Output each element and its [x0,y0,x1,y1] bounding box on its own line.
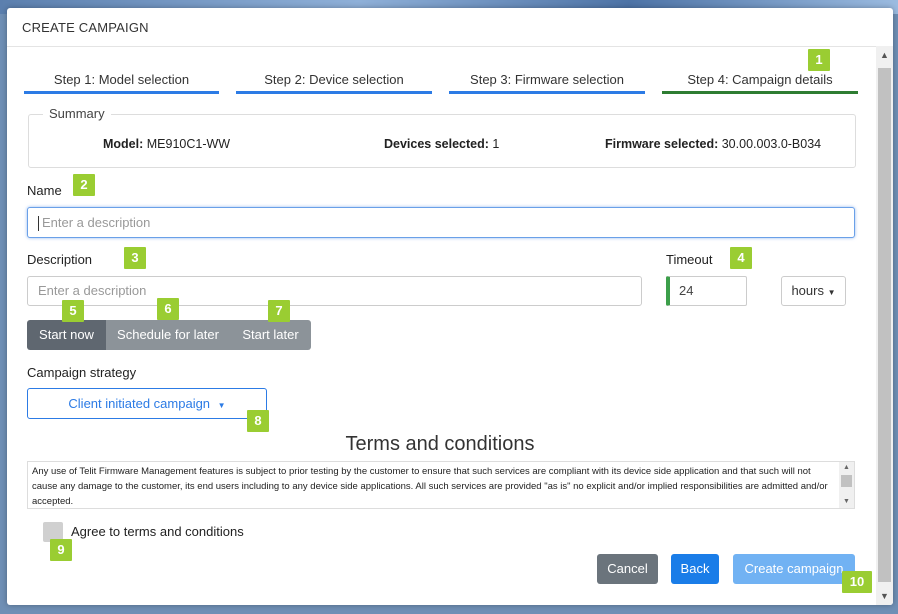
name-label: Name [27,183,62,198]
scroll-down-arrow-icon[interactable]: ▼ [876,587,893,605]
scroll-down-arrow-icon[interactable]: ▼ [839,496,854,508]
timeout-label: Timeout [666,252,713,267]
timeout-unit-label: hours [791,283,824,298]
campaign-strategy-label: Campaign strategy [27,365,137,380]
terms-text: Any use of Telit Firmware Management fea… [32,466,828,507]
start-now-label: Start now [39,327,94,342]
description-placeholder: Enter a description [38,283,147,298]
timeout-input[interactable]: 24 [666,276,747,306]
name-input[interactable]: Enter a description [27,207,855,238]
model-value: ME910C1-WW [146,137,231,151]
summary-firmware: Firmware selected: 30.00.003.0-B034 [605,137,821,151]
annotation-badge: 10 [842,571,872,593]
summary-model: Model: ME910C1-WW [103,137,230,151]
text-caret [38,216,39,232]
timeout-value: 24 [679,283,694,298]
scroll-thumb[interactable] [878,68,891,582]
schedule-for-later-button[interactable]: Schedule for later [106,320,230,350]
summary-devices: Devices selected: 1 [384,137,499,151]
schedule-for-later-label: Schedule for later [117,327,219,342]
agree-label: Agree to terms and conditions [71,524,244,539]
annotation-badge: 3 [124,247,146,269]
terms-textbox[interactable]: Any use of Telit Firmware Management fea… [27,461,855,509]
caret-down-icon: ▼ [827,288,836,297]
scroll-up-arrow-icon[interactable]: ▲ [876,46,893,64]
scroll-up-arrow-icon[interactable]: ▲ [839,462,854,474]
step-campaign-details[interactable]: Step 4: Campaign details [662,72,858,94]
annotation-badge: 4 [730,247,752,269]
start-now-button[interactable]: Start now [27,320,106,350]
modal-title: CREATE CAMPAIGN [22,20,149,35]
timeout-unit-dropdown[interactable]: hours ▼ [781,276,846,306]
step-firmware-selection[interactable]: Step 3: Firmware selection [449,72,645,94]
summary-box: Summary Model: ME910C1-WW Devices select… [28,106,856,168]
name-placeholder: Enter a description [42,215,151,230]
description-input[interactable]: Enter a description [27,276,642,306]
create-campaign-button[interactable]: Create campaign [733,554,855,584]
modal-scrollbar[interactable]: ▲ ▼ [876,46,893,605]
create-campaign-modal: CREATE CAMPAIGN ▲ ▼ Step 1: Model select… [7,8,893,605]
terms-title: Terms and conditions [345,433,535,455]
start-later-button[interactable]: Start later [230,320,311,350]
modal-header: CREATE CAMPAIGN [7,8,893,47]
annotation-badge: 6 [157,298,179,320]
caret-down-icon: ▼ [217,401,226,410]
campaign-strategy-dropdown[interactable]: Client initiated campaign ▼ [27,388,267,419]
model-label: Model: [103,137,144,151]
create-campaign-label: Create campaign [744,561,844,576]
annotation-badge: 8 [247,410,269,432]
step-underline [449,91,645,94]
annotation-badge: 9 [50,539,72,561]
back-label: Back [680,561,710,576]
back-button[interactable]: Back [671,554,719,584]
step-label: Step 2: Device selection [264,72,404,87]
step-underline [24,91,219,94]
description-label: Description [27,252,93,267]
annotation-badge: 2 [73,174,95,196]
terms-scroll-thumb[interactable] [841,475,852,487]
step-model-selection[interactable]: Step 1: Model selection [24,72,219,94]
firmware-value: 30.00.003.0-B034 [721,137,822,151]
step-underline [236,91,432,94]
step-label: Step 1: Model selection [53,72,190,87]
cancel-button[interactable]: Cancel [597,554,658,584]
step-label: Step 4: Campaign details [687,72,833,87]
start-later-label: Start later [242,327,299,342]
devices-label: Devices selected: [384,137,489,151]
annotation-badge: 1 [808,49,830,71]
step-label: Step 3: Firmware selection [470,72,624,87]
terms-scrollbar[interactable]: ▲ ▼ [839,462,854,508]
annotation-badge: 7 [268,300,290,322]
step-underline [662,91,858,94]
summary-legend: Summary [43,106,111,121]
step-device-selection[interactable]: Step 2: Device selection [236,72,432,94]
cancel-label: Cancel [607,561,648,576]
campaign-strategy-value: Client initiated campaign [68,396,211,411]
devices-value: 1 [492,137,500,151]
annotation-badge: 5 [62,300,84,322]
firmware-label: Firmware selected: [605,137,719,151]
